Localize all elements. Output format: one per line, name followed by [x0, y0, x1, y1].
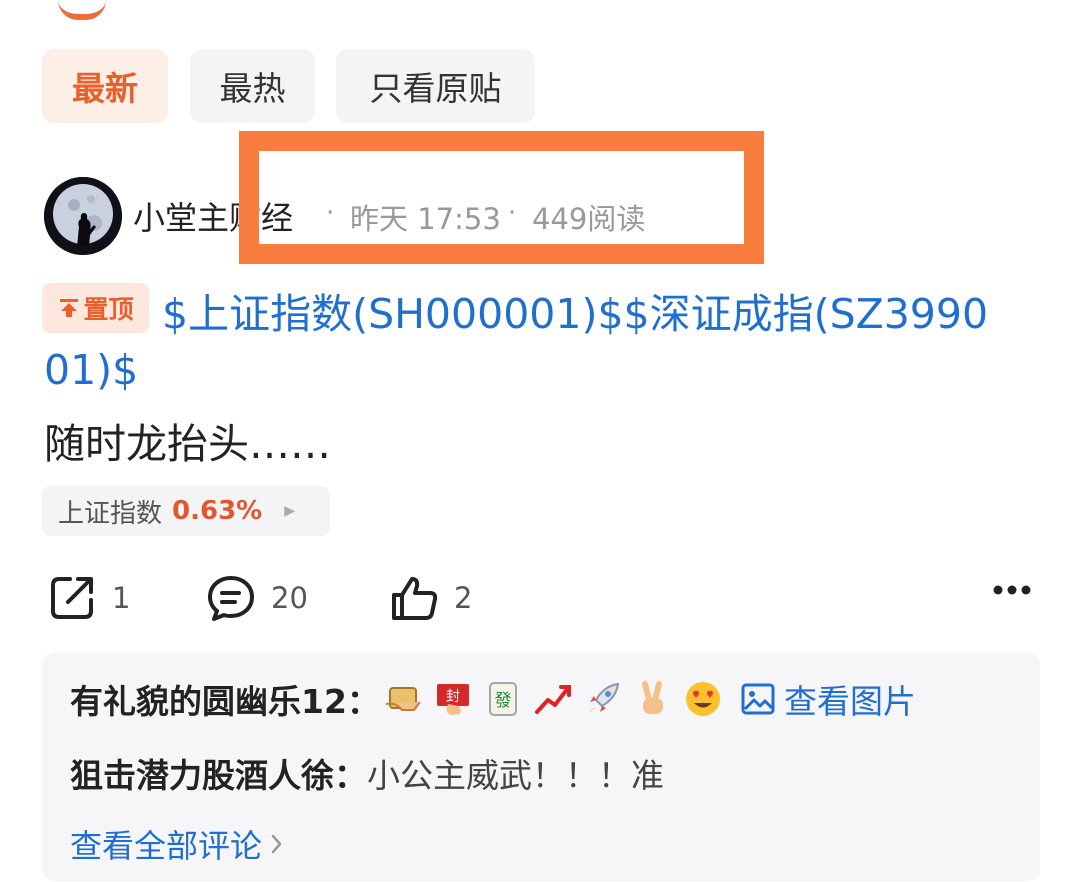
heart-eyes-emoji-icon	[685, 682, 720, 716]
view-image-label: 查看图片	[783, 682, 916, 721]
more-options-icon[interactable]	[992, 584, 1032, 596]
post-body: 随时龙抬头……	[44, 420, 331, 468]
post-stock-tags[interactable]: $上证指数(SH000001)$$深证成指(SZ3990	[162, 280, 988, 340]
rising-chart-emoji-icon	[534, 685, 571, 714]
pin-top-icon	[60, 299, 79, 317]
tab-original-post-only[interactable]: 只看原贴	[336, 49, 535, 123]
tab-hottest[interactable]: 最热	[190, 49, 315, 123]
index-quote-chip[interactable]: 上证指数 0.63% ▶	[42, 486, 330, 536]
comment-text: 小公主威武！！！准	[367, 756, 664, 795]
image-icon	[741, 683, 775, 715]
pinned-label: 置顶	[83, 295, 134, 324]
comment-button[interactable]: 20	[207, 572, 308, 624]
share-button[interactable]: 1	[48, 572, 130, 624]
view-all-comments-label: 查看全部评论	[70, 827, 263, 865]
money-bag-emoji-icon	[385, 687, 421, 711]
top-tab-indicator	[58, 0, 106, 20]
tab-latest[interactable]: 最新	[42, 49, 168, 123]
comment-item[interactable]: 有礼貌的圆幽乐12： 封 發 查看图片	[70, 675, 916, 723]
fortune-envelope-emoji-icon: 封	[436, 684, 469, 715]
like-count: 2	[454, 581, 473, 615]
thumbs-up-icon	[392, 577, 438, 620]
share-icon	[51, 577, 93, 619]
svg-text:發: 發	[494, 691, 511, 711]
highlight-annotation-box	[239, 131, 764, 264]
comment-item[interactable]: 狙击潜力股酒人徐： 小公主威武！！！准	[70, 749, 664, 797]
view-all-comments-link[interactable]: 查看全部评论	[70, 821, 284, 867]
comment-author[interactable]: 有礼貌的圆幽乐12：	[70, 675, 380, 723]
mahjong-fa-emoji-icon: 發	[488, 682, 517, 716]
chevron-right-icon: ▶	[284, 503, 295, 519]
rocket-emoji-icon	[587, 682, 620, 714]
index-change: 0.63%	[172, 496, 263, 526]
svg-text:封: 封	[446, 689, 460, 705]
index-name: 上证指数	[58, 498, 163, 529]
post-stock-tags-cont[interactable]: 01)$	[44, 346, 138, 394]
comment-icon	[208, 576, 254, 621]
chevron-right-icon	[271, 834, 282, 854]
moon-silhouette-avatar-icon	[44, 177, 122, 255]
like-button[interactable]: 2	[390, 572, 472, 624]
comment-count: 20	[271, 581, 308, 615]
view-image-link[interactable]: 查看图片	[740, 675, 916, 723]
victory-hand-emoji-icon	[641, 681, 663, 714]
avatar[interactable]	[44, 177, 122, 255]
pinned-badge: 置顶	[42, 283, 149, 333]
comment-author[interactable]: 狙击潜力股酒人徐：	[70, 749, 367, 797]
share-count: 1	[112, 581, 131, 615]
comments-preview: 有礼貌的圆幽乐12： 封 發 查看图片 狙击潜力股酒人徐： 小公主威武！！！准 …	[42, 653, 1040, 881]
